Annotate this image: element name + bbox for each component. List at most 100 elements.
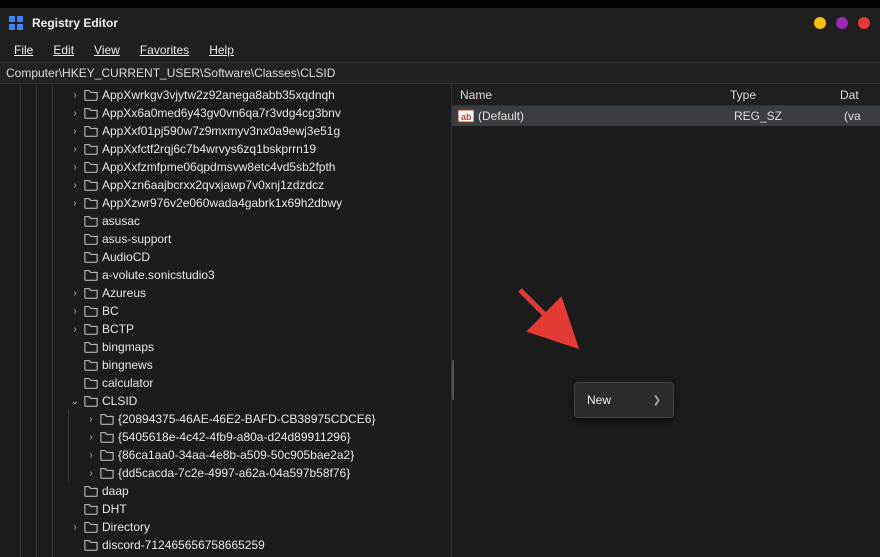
expand-toggle-icon[interactable]: › <box>68 162 82 173</box>
expand-toggle-icon[interactable]: › <box>68 108 82 119</box>
expand-toggle-icon[interactable]: • <box>68 504 82 515</box>
menu-edit[interactable]: Edit <box>45 41 82 59</box>
tree-row[interactable]: ›AppXxfctf2rqj6c7b4wrvys6zq1bskprrn19 <box>0 140 451 158</box>
tree-row-label: AppXx6a0med6y43gv0vn6qa7r3vdg4cg3bnv <box>102 106 341 120</box>
tree-row-label: AppXzn6aajbcrxx2qvxjawp7v0xnj1zdzdcz <box>102 178 324 192</box>
value-row-default[interactable]: ab (Default) REG_SZ (va <box>452 106 880 126</box>
folder-icon <box>84 142 98 156</box>
folder-icon <box>84 358 98 372</box>
tree-row[interactable]: ›BC <box>0 302 451 320</box>
expand-toggle-icon[interactable]: • <box>68 486 82 497</box>
expand-toggle-icon[interactable]: › <box>84 414 98 425</box>
tree-row[interactable]: •asus-support <box>0 230 451 248</box>
tree-row-label: bingnews <box>102 358 153 372</box>
window-close-icon[interactable] <box>858 17 870 29</box>
tree-row[interactable]: › {86ca1aa0-34aa-4e8b-a509-50c905bae2a2} <box>0 446 451 464</box>
menu-file[interactable]: File <box>6 41 41 59</box>
expand-toggle-icon[interactable]: ⌄ <box>68 396 82 407</box>
folder-icon <box>84 394 98 408</box>
tree-row[interactable]: •AudioCD <box>0 248 451 266</box>
context-menu: New ❯ <box>574 382 674 418</box>
tree-row-label: CLSID <box>102 394 137 408</box>
address-bar[interactable]: Computer\HKEY_CURRENT_USER\Software\Clas… <box>0 62 880 84</box>
folder-icon <box>84 520 98 534</box>
tree-row[interactable]: • bingnews <box>0 356 451 374</box>
values-panel: Name Type Dat ab (Default) REG_SZ (va <box>452 84 880 557</box>
tree-row-label: Directory <box>102 520 150 534</box>
tree-row[interactable]: •bingmaps <box>0 338 451 356</box>
svg-text:ab: ab <box>461 112 472 122</box>
folder-icon <box>84 502 98 516</box>
folder-icon <box>84 196 98 210</box>
tree-row[interactable]: › AppXx6a0med6y43gv0vn6qa7r3vdg4cg3bnv <box>0 104 451 122</box>
tree-row-label: {86ca1aa0-34aa-4e8b-a509-50c905bae2a2} <box>118 448 354 462</box>
folder-icon <box>84 250 98 264</box>
tree-row[interactable]: •discord-712465656758665259 <box>0 536 451 554</box>
window-minimize-icon[interactable] <box>814 17 826 29</box>
context-menu-item-new[interactable]: New ❯ <box>575 389 673 411</box>
expand-toggle-icon[interactable]: › <box>68 288 82 299</box>
values-body[interactable]: ab (Default) REG_SZ (va New ❯ <box>452 106 880 557</box>
tree-row-label: asusac <box>102 214 140 228</box>
tree-row-label: {5405618e-4c42-4fb9-a80a-d24d89911296} <box>118 430 351 444</box>
expand-toggle-icon[interactable]: • <box>68 216 82 227</box>
registry-tree[interactable]: ›AppXwrkgv3vjytw2z92anega8abb35xqdnqh›Ap… <box>0 84 452 557</box>
tree-row[interactable]: ›AppXwrkgv3vjytw2z92anega8abb35xqdnqh <box>0 86 451 104</box>
window-controls <box>814 17 870 29</box>
expand-toggle-icon[interactable]: • <box>68 360 82 371</box>
expand-toggle-icon[interactable]: • <box>68 270 82 281</box>
tree-row-label: AppXzwr976v2e060wada4gabrk1x69h2dbwy <box>102 196 342 210</box>
tree-row[interactable]: › {5405618e-4c42-4fb9-a80a-d24d89911296} <box>0 428 451 446</box>
folder-icon <box>84 124 98 138</box>
tree-row[interactable]: › AppXzn6aajbcrxx2qvxjawp7v0xnj1zdzdcz <box>0 176 451 194</box>
column-header-type[interactable]: Type <box>730 88 840 102</box>
chevron-right-icon: ❯ <box>653 395 661 406</box>
column-header-data[interactable]: Dat <box>840 88 880 102</box>
column-header-name[interactable]: Name <box>452 88 730 102</box>
expand-toggle-icon[interactable]: › <box>68 324 82 335</box>
expand-toggle-icon[interactable]: • <box>68 234 82 245</box>
tree-row[interactable]: ⌄ CLSID <box>0 392 451 410</box>
menu-view[interactable]: View <box>86 41 128 59</box>
tree-row[interactable]: •DHT <box>0 500 451 518</box>
tree-row[interactable]: ›Azureus <box>0 284 451 302</box>
expand-toggle-icon[interactable]: › <box>68 90 82 101</box>
expand-toggle-icon[interactable]: › <box>68 522 82 533</box>
expand-toggle-icon[interactable]: • <box>68 378 82 389</box>
tree-row[interactable]: › AppXxf01pj590w7z9mxmyv3nx0a9ewj3e51g <box>0 122 451 140</box>
tree-row[interactable]: › BCTP <box>0 320 451 338</box>
expand-toggle-icon[interactable]: › <box>68 198 82 209</box>
expand-toggle-icon[interactable]: • <box>68 342 82 353</box>
expand-toggle-icon[interactable]: › <box>84 432 98 443</box>
tree-row-label: AppXxfzmfpme06qpdmsvw8etc4vd5sb2fpth <box>102 160 335 174</box>
expand-toggle-icon[interactable]: › <box>84 468 98 479</box>
expand-toggle-icon[interactable]: › <box>68 126 82 137</box>
expand-toggle-icon[interactable]: › <box>68 180 82 191</box>
tree-row[interactable]: › Directory <box>0 518 451 536</box>
tree-row-label: calculator <box>102 376 153 390</box>
expand-toggle-icon[interactable]: • <box>68 252 82 263</box>
window-maximize-icon[interactable] <box>836 17 848 29</box>
tree-row[interactable]: • asusac <box>0 212 451 230</box>
tree-row[interactable]: › AppXxfzmfpme06qpdmsvw8etc4vd5sb2fpth <box>0 158 451 176</box>
tree-row[interactable]: ›{20894375-46AE-46E2-BAFD-CB38975CDCE6} <box>0 410 451 428</box>
tree-row-label: AppXxf01pj590w7z9mxmyv3nx0a9ewj3e51g <box>102 124 340 138</box>
expand-toggle-icon[interactable]: › <box>68 144 82 155</box>
regedit-app-icon <box>8 15 24 31</box>
tree-row[interactable]: › AppXzwr976v2e060wada4gabrk1x69h2dbwy <box>0 194 451 212</box>
menu-favorites[interactable]: Favorites <box>132 41 197 59</box>
menu-help[interactable]: Help <box>201 41 242 59</box>
expand-toggle-icon[interactable]: • <box>68 540 82 551</box>
tree-row[interactable]: •daap <box>0 482 451 500</box>
folder-icon <box>84 88 98 102</box>
expand-toggle-icon[interactable]: › <box>68 306 82 317</box>
folder-icon <box>84 286 98 300</box>
tree-row[interactable]: •a-volute.sonicstudio3 <box>0 266 451 284</box>
tree-row[interactable]: ›{dd5cacda-7c2e-4997-a62a-04a597b58f76} <box>0 464 451 482</box>
tree-row-label: BCTP <box>102 322 134 336</box>
context-menu-item-label: New <box>587 393 611 407</box>
folder-icon <box>84 214 98 228</box>
tree-row[interactable]: • calculator <box>0 374 451 392</box>
tree-scrollbar[interactable] <box>452 360 454 400</box>
expand-toggle-icon[interactable]: › <box>84 450 98 461</box>
